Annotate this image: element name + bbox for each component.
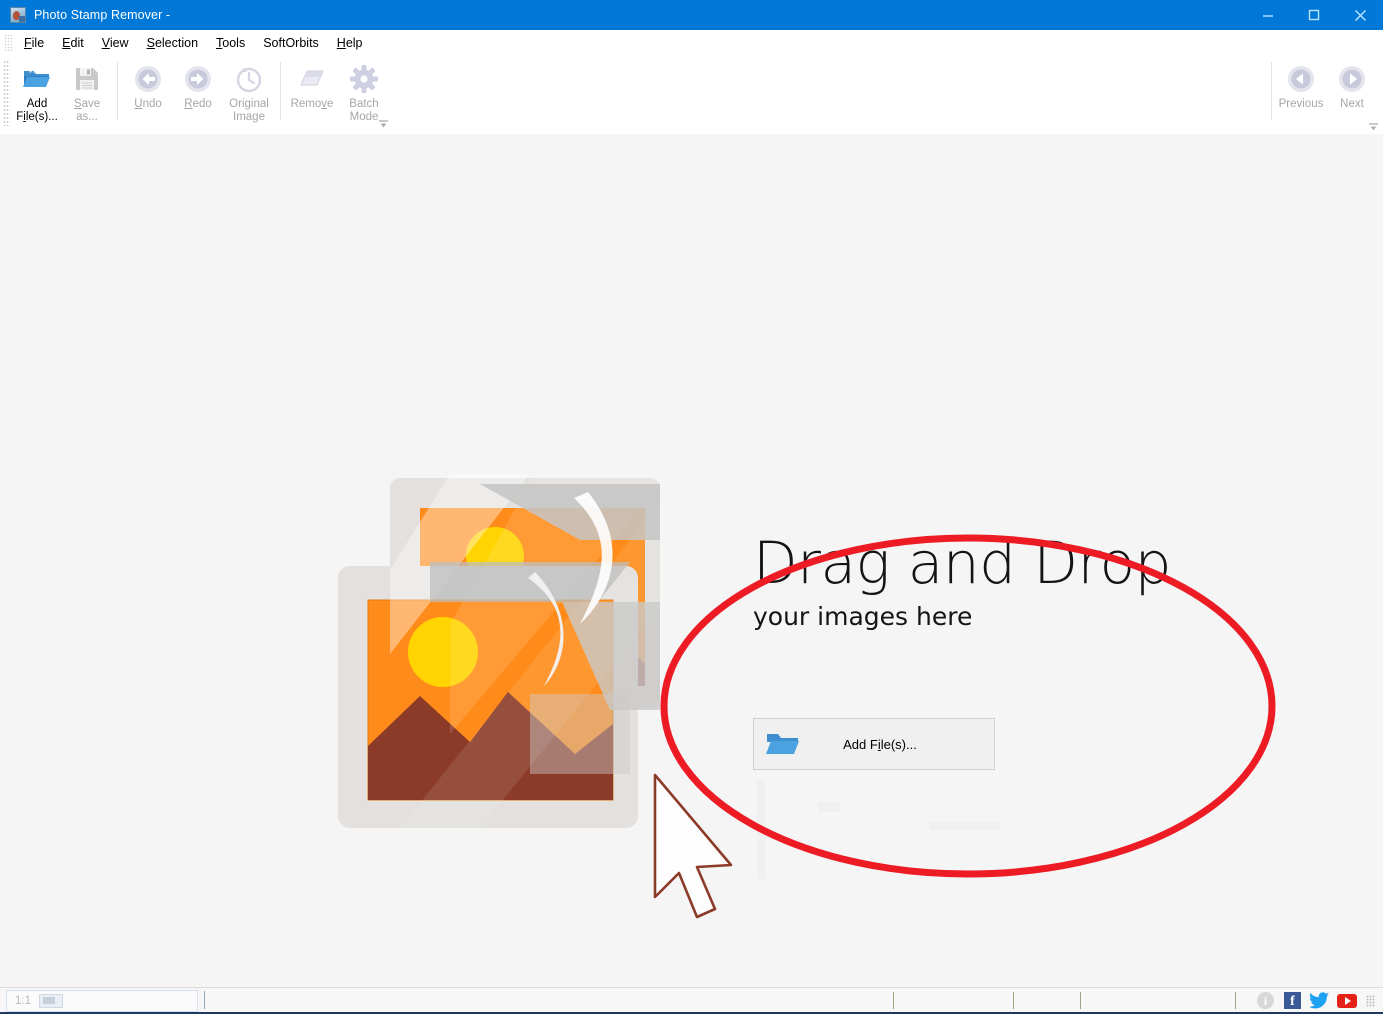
toolbar-save-as-label-1: Save — [73, 98, 101, 110]
drop-zone[interactable]: Drag and Drop your images here Add File(… — [0, 134, 1383, 987]
toolbar-previous-button[interactable]: Previous — [1275, 60, 1327, 111]
menu-drag-grip[interactable] — [4, 34, 13, 51]
mouse-pointer-illustration — [645, 769, 755, 934]
youtube-link[interactable] — [1336, 990, 1357, 1011]
toolbar-add-files-button[interactable]: Add File(s)... — [12, 60, 62, 124]
toolbar-group-file: Add File(s)... Save as... — [10, 56, 114, 132]
toolbar-remove-button[interactable]: Remove — [286, 60, 338, 111]
toolbar-add-files-label-2: File(s)... — [16, 111, 58, 123]
status-divider-1 — [893, 992, 894, 1009]
toolbar-options-chevron-icon[interactable] — [1366, 117, 1380, 133]
status-social-links: i f — [1255, 990, 1375, 1011]
arrow-right-circle-icon — [1336, 63, 1368, 95]
eraser-icon — [296, 63, 328, 95]
open-folder-blue-icon — [764, 729, 802, 759]
toolbar-batch-mode-button[interactable]: Batch Mode — [338, 60, 390, 124]
menu-item-selection[interactable]: Selection — [138, 32, 207, 54]
toolbar-separator-2 — [280, 62, 281, 120]
redo-arrow-icon — [182, 63, 214, 95]
application-window: Photo Stamp Remover - File Edit View Sel… — [0, 0, 1383, 1014]
menu-item-edit[interactable]: Edit — [53, 32, 93, 54]
ghost-artifact-1 — [757, 779, 765, 879]
menu-item-help[interactable]: Help — [328, 32, 372, 54]
title-bar: Photo Stamp Remover - — [0, 0, 1383, 30]
dropzone-text: Drag and Drop your images here — [753, 532, 1293, 632]
window-title: Photo Stamp Remover - — [34, 8, 171, 22]
status-zoom-cell[interactable]: 1:1 — [6, 990, 198, 1012]
maximize-button[interactable] — [1291, 0, 1337, 30]
add-files-button[interactable]: Add File(s)... — [753, 718, 995, 770]
arrow-left-circle-icon — [1285, 63, 1317, 95]
dropzone-title: Drag and Drop — [753, 529, 1171, 597]
toolbar-separator-3 — [1271, 62, 1272, 120]
toolbar-original-image-label-1: Original — [229, 98, 269, 110]
toolbar-next-button[interactable]: Next — [1327, 60, 1377, 111]
toolbar-separator-1 — [117, 62, 118, 120]
toolbar-original-image-label-2: Image — [233, 111, 265, 123]
toolbar-save-as-button[interactable]: Save as... — [62, 60, 112, 124]
toolbar-group-edit: Remove Batch Mode — [284, 56, 392, 132]
toolbar-batch-mode-label-2: Mode — [349, 111, 379, 123]
close-button[interactable] — [1337, 0, 1383, 30]
toolbar-batch-mode-label-1: Batch — [349, 98, 379, 110]
clock-history-icon — [233, 63, 265, 95]
toolbar-remove-label: Remove — [290, 98, 334, 110]
ghost-artifact-2 — [818, 802, 840, 812]
toolbar-drag-grip[interactable] — [3, 60, 10, 126]
twitter-link[interactable] — [1309, 990, 1330, 1011]
fit-screen-icon[interactable] — [39, 994, 63, 1008]
status-cell-caret — [204, 991, 205, 1009]
toolbar-redo-button[interactable]: Redo — [173, 60, 223, 111]
menu-item-tools[interactable]: Tools — [207, 32, 254, 54]
menu-item-tools-label: ools — [222, 35, 246, 50]
twitter-icon — [1309, 992, 1329, 1009]
gear-icon — [348, 63, 380, 95]
toolbar-redo-label: Redo — [184, 98, 212, 110]
info-icon: i — [1257, 992, 1274, 1009]
status-divider-2 — [1013, 992, 1014, 1009]
status-bar: 1:1 i f — [0, 987, 1383, 1014]
menu-item-file-label: ile — [31, 35, 45, 50]
ghost-artifact-3 — [930, 822, 1000, 830]
add-files-button-label: Add File(s)... — [843, 736, 917, 752]
menu-item-help-label: elp — [345, 35, 363, 50]
toolbar-previous-label: Previous — [1278, 98, 1324, 110]
menu-item-file[interactable]: File — [15, 32, 53, 54]
image-canvas: Drag and Drop your images here Add File(… — [0, 134, 1383, 987]
toolbar-next-label: Next — [1340, 98, 1364, 110]
status-zoom-level: 1:1 — [15, 995, 31, 1007]
toolbar-group-history: Undo Redo Original Image — [121, 56, 277, 132]
minimize-button[interactable] — [1245, 0, 1291, 30]
toolbar-original-image-button[interactable]: Original Image — [223, 60, 275, 124]
menu-item-edit-label: dit — [70, 35, 84, 50]
toolbar-undo-label: Undo — [134, 98, 162, 110]
open-folder-blue-icon — [21, 63, 53, 95]
menu-item-view-label: iew — [109, 35, 129, 50]
resize-grip[interactable] — [1366, 994, 1375, 1007]
dropzone-subtitle: your images here — [753, 602, 973, 631]
info-button[interactable]: i — [1255, 990, 1276, 1011]
photo-app-icon — [10, 7, 26, 23]
facebook-icon: f — [1284, 992, 1301, 1009]
youtube-icon — [1336, 993, 1357, 1008]
status-divider-3 — [1080, 992, 1081, 1009]
main-toolbar: Add File(s)... Save as... Undo Redo Orig… — [0, 56, 1383, 134]
toolbar-add-files-label-1: Add — [26, 98, 48, 110]
undo-arrow-icon — [132, 63, 164, 95]
toolbar-undo-button[interactable]: Undo — [123, 60, 173, 111]
window-controls — [1245, 0, 1383, 30]
floppy-disk-icon — [71, 63, 103, 95]
menu-item-softorbits[interactable]: SoftOrbits — [254, 32, 328, 54]
toolbar-group-navigation: Previous Next — [1268, 60, 1377, 120]
menu-item-softorbits-label: SoftOrbits — [263, 35, 319, 50]
toolbar-overflow-chevron-icon[interactable] — [376, 116, 390, 130]
facebook-link[interactable]: f — [1282, 990, 1303, 1011]
status-divider-4 — [1235, 992, 1236, 1009]
menu-item-selection-label: election — [154, 35, 199, 50]
toolbar-save-as-label-2: as... — [76, 111, 98, 123]
menu-item-view[interactable]: View — [93, 32, 138, 54]
menu-bar: File Edit View Selection Tools SoftOrbit… — [0, 30, 1383, 56]
